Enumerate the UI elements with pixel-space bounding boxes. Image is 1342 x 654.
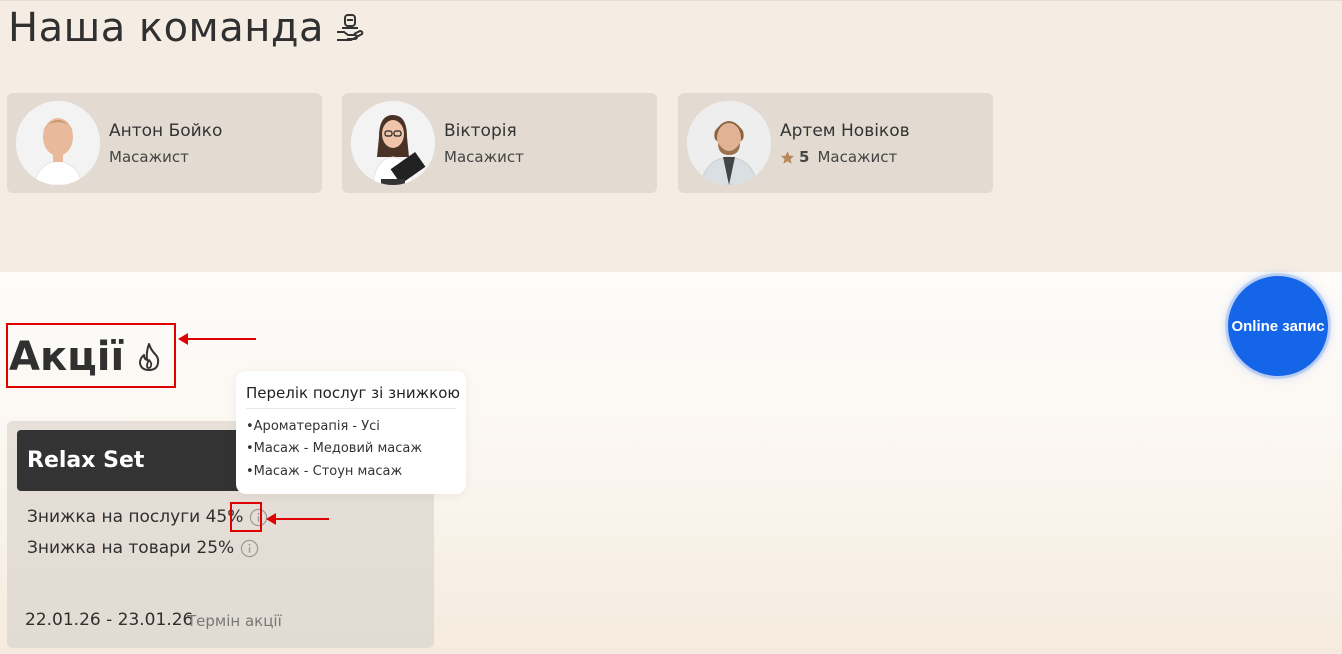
member-name: Вікторія <box>444 121 517 141</box>
discount-services-tooltip: Перелік послуг зі знижкою •Ароматерапія … <box>236 371 466 494</box>
goods-discount-line: Знижка на товари 25% <box>27 538 259 558</box>
annotation-arrow-left-icon <box>266 513 329 525</box>
avatar <box>351 101 435 185</box>
hand-service-icon <box>337 14 364 41</box>
team-member-card[interactable]: Артем Новіков 5 Масажист <box>678 93 993 193</box>
online-booking-button[interactable]: Online запис <box>1228 276 1328 376</box>
team-member-card[interactable]: Антон Бойко Масажист <box>7 93 322 193</box>
member-role: 5 Масажист <box>780 148 897 166</box>
member-name: Антон Бойко <box>109 121 223 141</box>
tooltip-item: •Ароматерапія - Усі <box>246 419 380 434</box>
member-photo-icon <box>687 101 771 185</box>
tooltip-title: Перелік послуг зі знижкою <box>246 384 461 402</box>
team-title-text: Наша команда <box>8 5 325 51</box>
team-member-card[interactable]: Вікторія Масажист <box>342 93 657 193</box>
member-rating: 5 <box>799 148 810 166</box>
member-photo-icon <box>351 101 435 185</box>
member-role-text: Масажист <box>109 148 189 166</box>
goods-discount-text: Знижка на товари 25% <box>27 538 235 558</box>
member-role: Масажист <box>444 148 524 166</box>
promotion-name: Relax Set <box>27 448 145 473</box>
info-icon[interactable] <box>240 539 259 558</box>
member-role-text: Масажист <box>817 148 898 166</box>
team-title: Наша команда <box>8 5 366 51</box>
avatar <box>687 101 771 185</box>
promotions-section: Акції Relax Set Знижка на послуги 45% Зн… <box>0 272 1342 654</box>
avatar <box>16 101 100 185</box>
tooltip-divider <box>246 408 456 409</box>
member-role-text: Масажист <box>444 148 524 166</box>
services-discount-text: Знижка на послуги 45% <box>27 507 244 527</box>
member-photo-icon <box>16 101 100 185</box>
member-name: Артем Новіков <box>780 121 910 141</box>
annotation-arrow-left-icon <box>178 333 256 345</box>
annotation-box-title <box>6 323 176 388</box>
promotion-term-label: Термін акції <box>187 612 282 630</box>
promotion-dates: 22.01.26 - 23.01.26 <box>25 610 194 630</box>
star-icon <box>780 150 795 164</box>
tooltip-item: •Масаж - Медовий масаж <box>246 441 423 456</box>
team-section: Наша команда Антон Бойко Масажист Віктор… <box>0 0 1342 272</box>
member-role: Масажист <box>109 148 189 166</box>
tooltip-item: •Масаж - Стоун масаж <box>246 464 403 479</box>
annotation-box-info <box>230 502 262 532</box>
